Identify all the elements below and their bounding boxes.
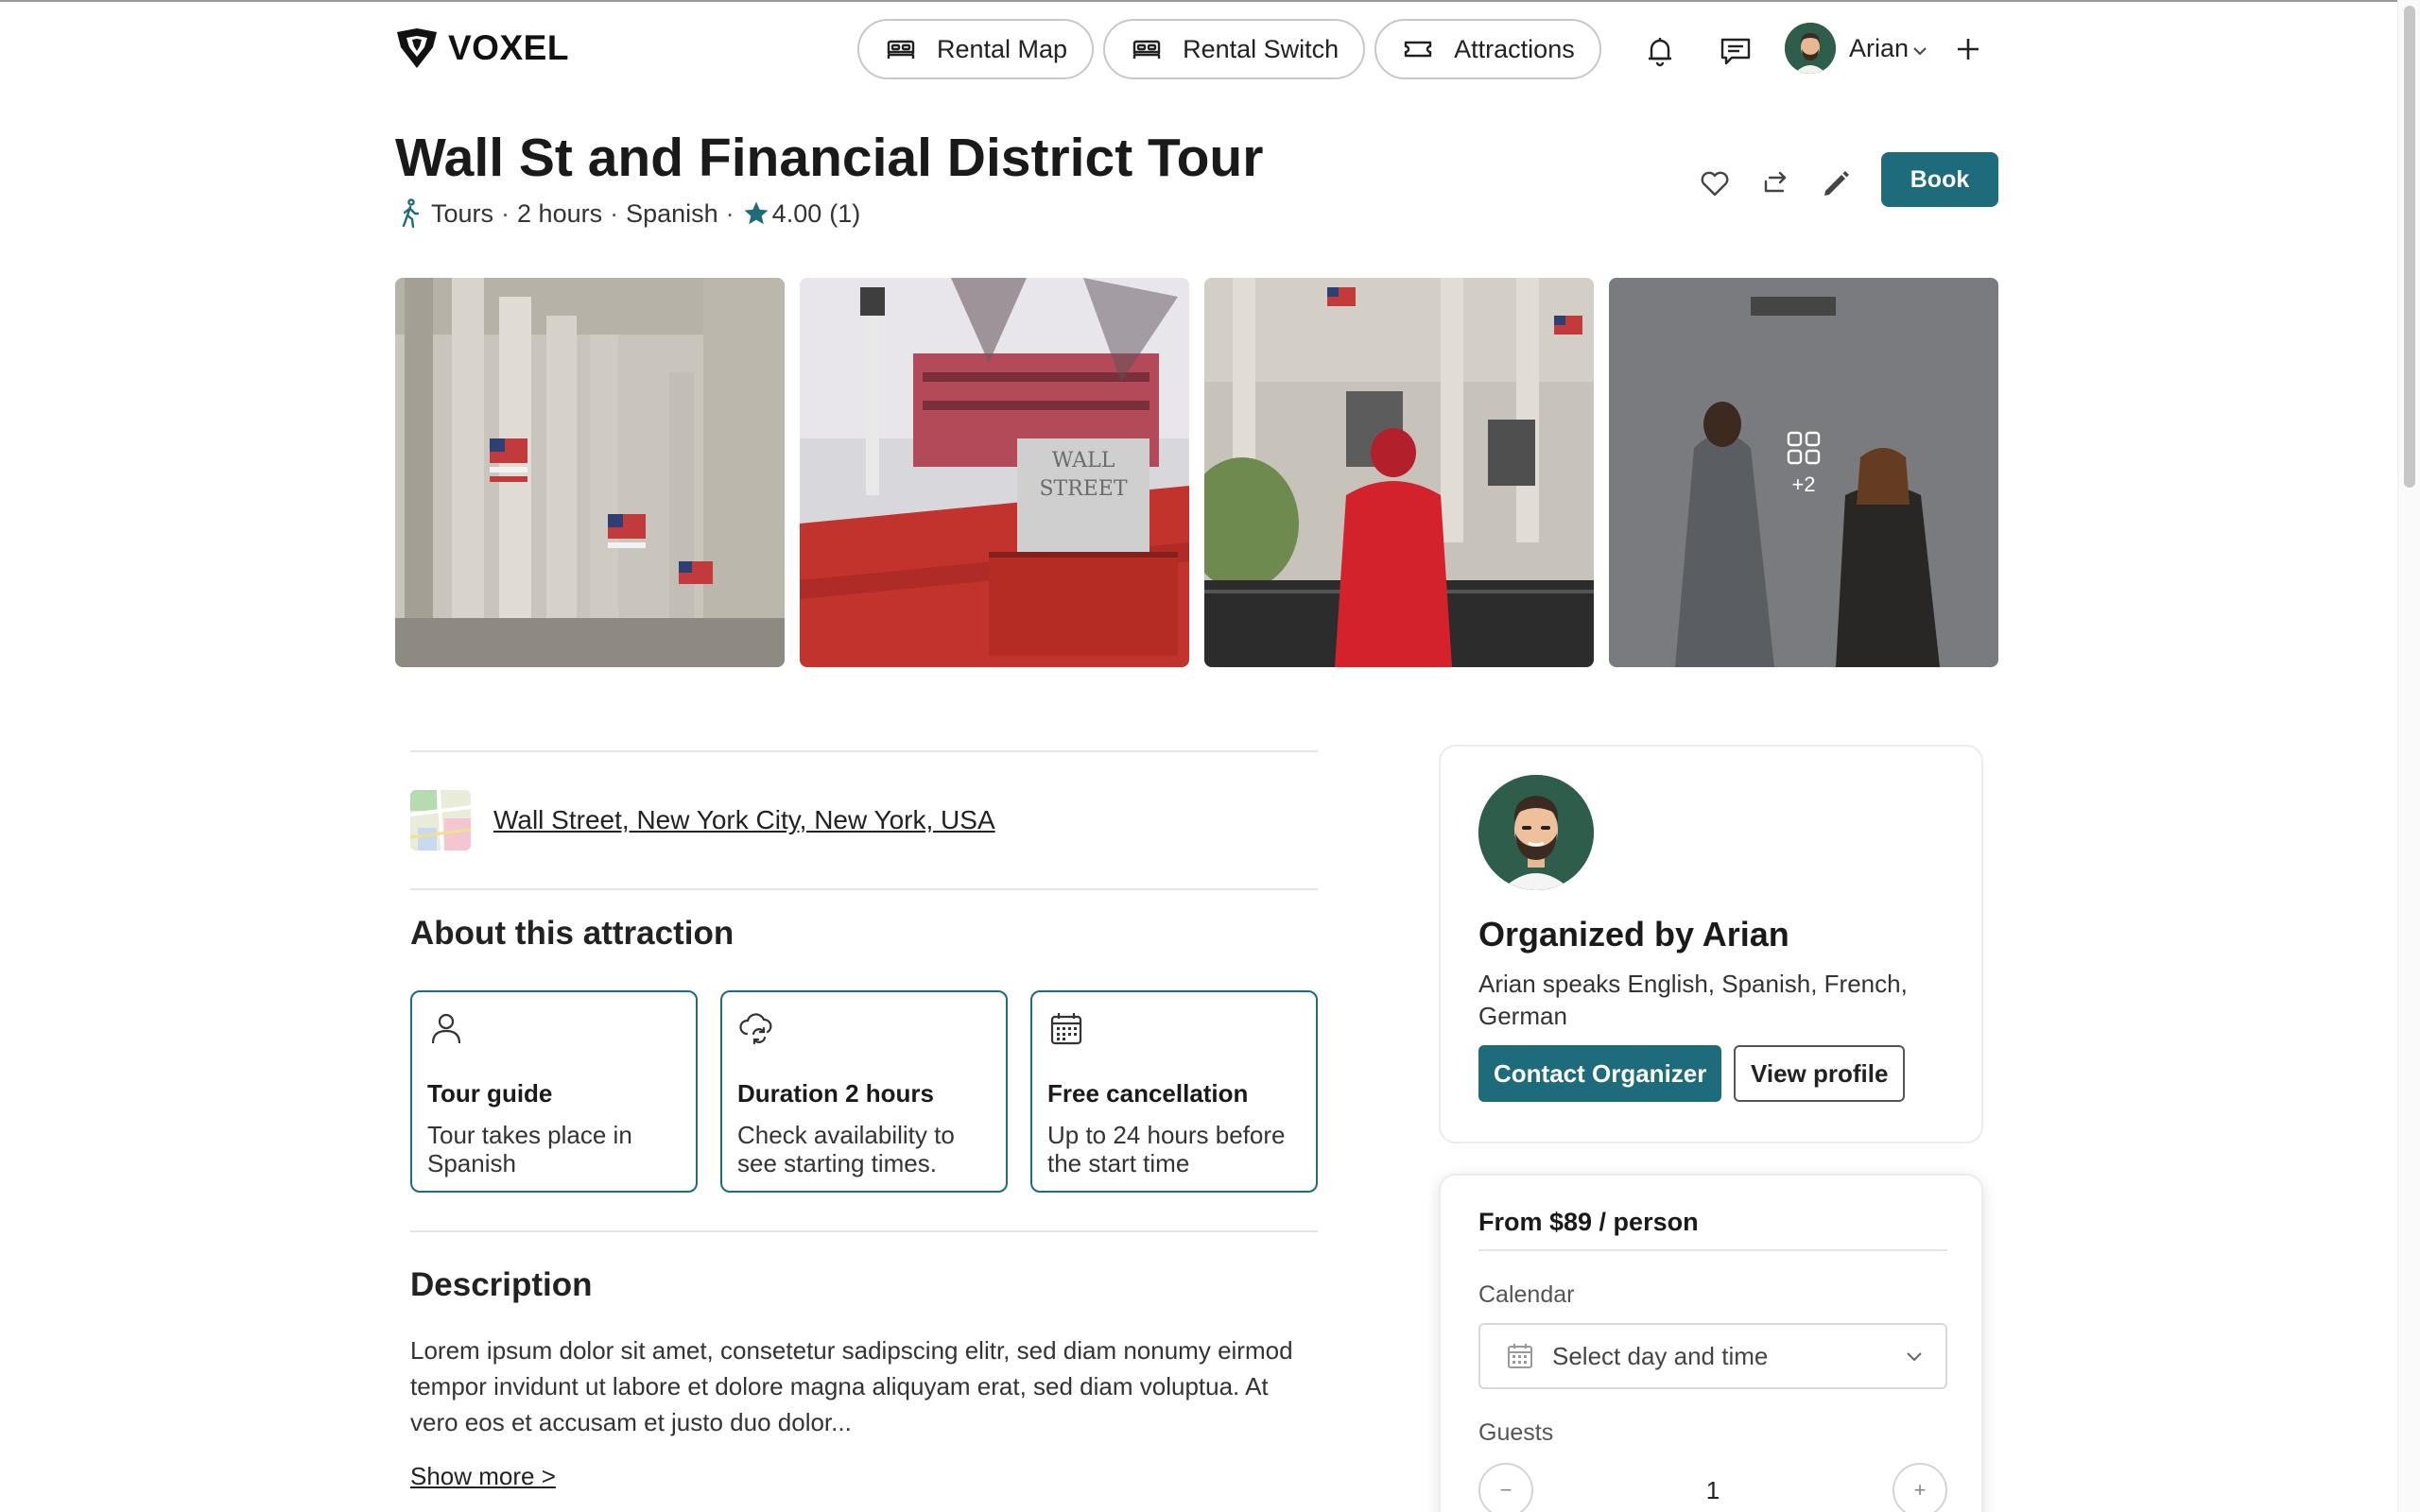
page-scrollbar[interactable] bbox=[2397, 0, 2420, 1512]
share-icon[interactable] bbox=[1758, 166, 1792, 200]
nav-attractions[interactable]: Attractions bbox=[1374, 19, 1601, 79]
show-more-link[interactable]: Show more > bbox=[410, 1462, 556, 1491]
location-row: Wall Street, New York City, New York, US… bbox=[410, 790, 995, 850]
photo-columns-illustration bbox=[395, 278, 785, 667]
description-text: Lorem ipsum dolor sit amet, consetetur s… bbox=[410, 1336, 1293, 1436]
feature-card-title: Free cancellation bbox=[1047, 1079, 1249, 1108]
feature-cards: Tour guide Tour takes place in Spanish D… bbox=[410, 990, 1318, 1193]
listing-review-count: (1) bbox=[829, 198, 861, 228]
organizer-avatar[interactable] bbox=[1478, 775, 1594, 890]
meta-separator: · bbox=[725, 198, 735, 228]
book-button[interactable]: Book bbox=[1881, 152, 1998, 207]
divider bbox=[410, 750, 1318, 752]
organizer-name: Organized by Arian bbox=[1478, 915, 1789, 954]
svg-text:STREET: STREET bbox=[1039, 477, 1127, 501]
user-avatar bbox=[1785, 23, 1836, 74]
photo-wall-street-illustration: WALL STREET bbox=[800, 278, 1189, 667]
guests-increment-button[interactable]: + bbox=[1893, 1463, 1947, 1512]
calendar-icon bbox=[1508, 1344, 1532, 1368]
listing-language: Spanish bbox=[626, 198, 718, 228]
organizer-languages: Arian speaks English, Spanish, French, G… bbox=[1478, 970, 1908, 1030]
brand-logo[interactable]: VOXEL bbox=[395, 26, 569, 70]
feature-card-cancellation: Free cancellation Up to 24 hours before … bbox=[1030, 990, 1318, 1193]
description-heading: Description bbox=[410, 1266, 593, 1303]
user-name: Arian bbox=[1849, 33, 1910, 62]
feature-card-desc: Check availability to see starting times… bbox=[737, 1121, 955, 1177]
feature-card-desc: Tour takes place in Spanish bbox=[427, 1121, 632, 1177]
star-icon bbox=[744, 201, 769, 225]
guests-decrement-button[interactable]: − bbox=[1478, 1463, 1533, 1512]
chat-icon[interactable] bbox=[1719, 34, 1753, 68]
brand-name: VOXEL bbox=[448, 28, 569, 67]
meta-separator: · bbox=[610, 198, 619, 228]
feature-card-desc: Up to 24 hours before the start time bbox=[1047, 1121, 1286, 1177]
gallery-photo-businesspeople-more[interactable]: +2 bbox=[1609, 278, 1998, 667]
gallery-photo-wall-street-sign[interactable]: WALL STREET bbox=[800, 278, 1189, 667]
gallery-photo-stock-exchange-columns[interactable] bbox=[395, 278, 785, 667]
grid-icon bbox=[1787, 431, 1821, 465]
listing-actions bbox=[1698, 166, 1853, 200]
more-photos-count: +2 bbox=[1791, 472, 1816, 496]
listing-meta: Tours · 2 hours · Spanish · 4.00 (1) bbox=[397, 198, 860, 229]
page-title: Wall St and Financial District Tour bbox=[395, 128, 1264, 188]
nav-rental-map-label: Rental Map bbox=[937, 34, 1068, 63]
voxel-logo-icon bbox=[397, 28, 437, 68]
calendar-icon bbox=[1050, 1013, 1082, 1045]
photo-red-coat-illustration bbox=[1204, 278, 1594, 667]
heart-icon[interactable] bbox=[1698, 166, 1732, 200]
walking-person-icon bbox=[402, 198, 420, 229]
guests-label: Guests bbox=[1478, 1419, 1554, 1446]
map-icon bbox=[410, 790, 471, 850]
price-label: From $89 / person bbox=[1478, 1208, 1699, 1236]
guests-count: 1 bbox=[1705, 1476, 1720, 1504]
user-menu[interactable]: Arian bbox=[1785, 23, 1929, 74]
nav-rental-map[interactable]: Rental Map bbox=[857, 19, 1095, 79]
feature-card-title: Duration 2 hours bbox=[737, 1079, 935, 1108]
chevron-down-icon bbox=[1913, 47, 1927, 56]
calendar-label: Calendar bbox=[1478, 1281, 1575, 1308]
contact-organizer-button[interactable]: Contact Organizer bbox=[1478, 1045, 1722, 1102]
date-time-placeholder: Select day and time bbox=[1552, 1341, 1769, 1370]
listing-category: Tours bbox=[431, 198, 494, 228]
more-photos-overlay[interactable]: +2 bbox=[1609, 278, 1998, 667]
listing-duration: 2 hours bbox=[517, 198, 603, 228]
feature-card-tour-guide: Tour guide Tour takes place in Spanish bbox=[410, 990, 698, 1193]
gallery-photo-woman-red-coat[interactable] bbox=[1204, 278, 1594, 667]
top-navigation: VOXEL Rental Map Rental Switch Attractio… bbox=[0, 2, 2397, 96]
chevron-down-icon bbox=[1907, 1352, 1922, 1362]
bed-icon bbox=[1132, 40, 1161, 59]
view-profile-button[interactable]: View profile bbox=[1734, 1045, 1906, 1102]
pencil-edit-icon[interactable] bbox=[1819, 166, 1853, 200]
map-thumbnail[interactable] bbox=[410, 790, 471, 850]
cloud-sync-icon bbox=[739, 1013, 772, 1045]
organizer-card: Organized by Arian Arian speaks English,… bbox=[1439, 745, 1983, 1143]
feature-card-duration: Duration 2 hours Check availability to s… bbox=[720, 990, 1008, 1193]
photo-gallery: WALL STREET +2 bbox=[395, 278, 1998, 667]
nav-attractions-label: Attractions bbox=[1454, 34, 1575, 63]
date-time-select[interactable]: Select day and time bbox=[1478, 1323, 1947, 1389]
avatar-face-icon bbox=[1785, 23, 1836, 74]
nav-pills: Rental Map Rental Switch Attractions bbox=[857, 19, 1601, 79]
feature-card-title: Tour guide bbox=[427, 1079, 553, 1108]
bed-icon bbox=[887, 40, 915, 59]
about-heading: About this attraction bbox=[410, 915, 735, 952]
booking-panel: From $89 / person Calendar Select day an… bbox=[1439, 1174, 1983, 1512]
ticket-icon bbox=[1404, 41, 1432, 58]
meta-separator: · bbox=[501, 198, 510, 228]
scrollbar-thumb[interactable] bbox=[2404, 6, 2415, 488]
divider bbox=[410, 888, 1318, 890]
location-address-link[interactable]: Wall Street, New York City, New York, US… bbox=[493, 805, 995, 835]
divider bbox=[1478, 1249, 1947, 1251]
bell-icon[interactable] bbox=[1643, 34, 1677, 68]
listing-rating: 4.00 bbox=[771, 198, 822, 228]
divider bbox=[410, 1230, 1318, 1232]
svg-text:WALL: WALL bbox=[1052, 449, 1115, 472]
nav-rental-switch-label: Rental Switch bbox=[1183, 34, 1340, 63]
nav-rental-switch[interactable]: Rental Switch bbox=[1103, 19, 1366, 79]
avatar-face-icon bbox=[1478, 775, 1594, 890]
plus-icon[interactable] bbox=[1953, 34, 1983, 64]
person-icon bbox=[431, 1013, 461, 1044]
